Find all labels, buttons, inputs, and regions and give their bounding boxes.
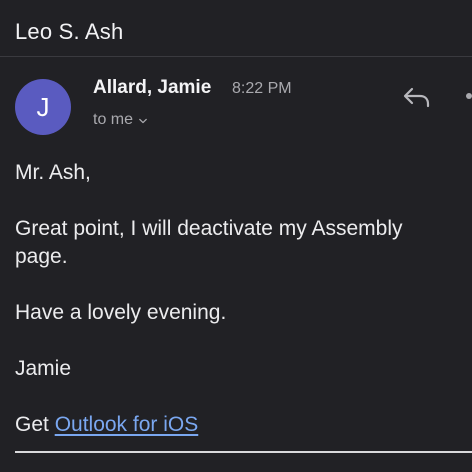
subject-header: Leo S. Ash xyxy=(0,0,472,57)
reply-button[interactable] xyxy=(400,82,432,112)
message-time: 8:22 PM xyxy=(232,80,292,97)
outlook-ios-link[interactable]: Outlook for iOS xyxy=(55,413,199,436)
reply-arrow-icon xyxy=(403,87,430,108)
recipient-toggle[interactable]: to me xyxy=(93,111,147,129)
email-subject: Leo S. Ash xyxy=(15,19,124,44)
footer-divider xyxy=(15,451,472,453)
email-signature: Get Outlook for iOS xyxy=(15,411,460,439)
more-options-button[interactable] xyxy=(462,89,472,105)
body-paragraph-2: Have a lovely evening. xyxy=(15,301,227,324)
more-options-icon xyxy=(466,93,472,99)
chevron-down-icon xyxy=(139,118,147,123)
signature-prefix: Get xyxy=(15,413,55,436)
body-signoff: Jamie xyxy=(15,357,72,380)
recipient-label: to me xyxy=(93,111,134,128)
avatar-initial: J xyxy=(36,91,50,122)
sender-avatar[interactable]: J xyxy=(15,79,71,135)
body-greeting: Mr. Ash, xyxy=(15,161,91,184)
email-message-view: Leo S. Ash J Allard, Jamie 8:22 PM to me… xyxy=(0,0,472,472)
body-paragraph-1: Great point, I will deactivate my Assemb… xyxy=(15,217,403,268)
sender-name[interactable]: Allard, Jamie xyxy=(93,77,211,99)
